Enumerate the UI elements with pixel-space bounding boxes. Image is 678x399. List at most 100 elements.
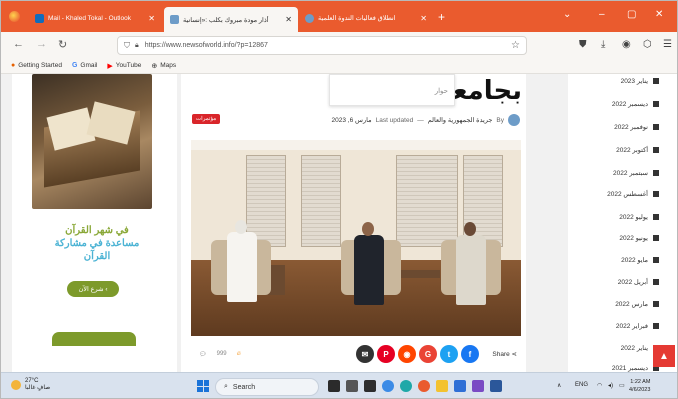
forward-icon[interactable]: →	[36, 38, 47, 50]
tab-seminar[interactable]: انطلاق فعاليات الندوة العلمية ✕	[299, 7, 433, 29]
bookmark-gmail[interactable]: G Gmail	[72, 62, 97, 69]
back-icon[interactable]: ←	[13, 38, 24, 50]
screen: Mail - Khaled Tokal - Outlook ✕ أذار مود…	[0, 0, 678, 399]
google-share-button[interactable]: G	[419, 345, 437, 363]
file-explorer-icon[interactable]	[436, 380, 448, 392]
tray-chevron-icon[interactable]: ∧	[557, 382, 561, 389]
promo-title: في شهر القرآن مساعدة في مشاركة القرآن	[54, 225, 140, 262]
archive-item[interactable]: ديسمبر 2021	[612, 364, 659, 372]
firefox-taskbar-icon[interactable]	[418, 380, 430, 392]
bookmark-star-icon[interactable]: ☆	[511, 40, 520, 51]
author-name[interactable]: جريدة الجمهورية والعالم	[428, 116, 493, 124]
archive-item[interactable]: يوليو 2022	[619, 213, 659, 221]
system-clock[interactable]: 1:22 AM 4/6/2023	[629, 378, 650, 394]
store-icon[interactable]	[454, 380, 466, 392]
tab-article[interactable]: أذار مودة مبروك بكلب :«إنسانية ✕	[164, 7, 298, 32]
article-meta: By جريدة الجمهورية والعالم — Last update…	[332, 114, 520, 126]
promo-start-button[interactable]: شرع الآن ‹	[67, 281, 119, 297]
facebook-share-button[interactable]: f	[461, 345, 479, 363]
archive-item[interactable]: أكتوبر 2022	[616, 146, 659, 154]
tab-outlook[interactable]: Mail - Khaled Tokal - Outlook ✕	[29, 7, 161, 29]
weather-widget[interactable]: 27°C صافٍ غالبا	[11, 378, 50, 391]
category-badge[interactable]: مؤتمرات	[192, 114, 221, 124]
reload-icon[interactable]: ↻	[58, 38, 67, 51]
share-label[interactable]: Share ⋖	[492, 350, 517, 358]
archive-item[interactable]: نوفمبر 2022	[614, 123, 659, 131]
menu-icon[interactable]: ☰	[663, 39, 672, 50]
firefox-menu-icon[interactable]	[9, 11, 20, 22]
tab-title: أذار مودة مبروك بكلب :«إنسانية	[183, 16, 269, 24]
site-favicon-icon	[305, 13, 314, 23]
lock-icon[interactable]: 🔒︎	[135, 42, 139, 50]
pocket-icon[interactable]: ⛊	[579, 39, 587, 50]
folder-icon	[653, 279, 659, 285]
address-bar[interactable]: ⛉ 🔒︎ https://www.newsofworld.info/?p=128…	[117, 36, 527, 55]
download-icon[interactable]: ⤓	[601, 39, 605, 50]
close-tab-icon[interactable]: ✕	[420, 14, 427, 23]
url-text[interactable]: https://www.newsofworld.info/?p=12867	[145, 42, 268, 49]
close-tab-icon[interactable]: ✕	[285, 15, 292, 24]
new-tab-icon[interactable]: +	[438, 10, 445, 24]
comments-icon[interactable]: 💬︎	[199, 351, 207, 358]
quran-stand-image[interactable]	[32, 74, 152, 209]
close-window-icon[interactable]: ✕	[655, 9, 663, 20]
scroll-to-top-button[interactable]: ▲	[653, 345, 675, 367]
archive-item[interactable]: مايو 2022	[621, 256, 659, 264]
camera-icon[interactable]	[364, 380, 376, 392]
archive-item[interactable]: مارس 2022	[615, 300, 659, 308]
taskbar-search[interactable]: ⌕ Search	[215, 378, 319, 396]
archive-item[interactable]: فبراير 2022	[616, 322, 659, 330]
folder-icon	[653, 301, 659, 307]
bookmark-youtube[interactable]: ▶ YouTube	[107, 62, 141, 70]
wifi-icon[interactable]: ◠	[597, 382, 602, 389]
view-count: 999	[216, 351, 227, 357]
email-share-button[interactable]: ✉	[356, 345, 374, 363]
archive-item[interactable]: أبريل 2022	[618, 278, 659, 286]
archive-sidebar: يناير 2023 ديسمبر 2022 نوفمبر 2022 أكتوب…	[568, 74, 677, 372]
tab-title: انطلاق فعاليات الندوة العلمية	[318, 15, 396, 22]
bookmark-getting-started[interactable]: ● Getting Started	[11, 62, 62, 69]
twitter-share-button[interactable]: t	[440, 345, 458, 363]
firefox-icon: ●	[11, 62, 16, 69]
chrome-icon[interactable]	[382, 380, 394, 392]
archive-item[interactable]: ديسمبر 2022	[612, 100, 659, 108]
minimize-icon[interactable]: –	[599, 9, 605, 20]
battery-icon[interactable]: ▭	[619, 382, 625, 389]
language-indicator[interactable]: ENG	[575, 382, 588, 388]
windows-start-icon[interactable]	[197, 380, 209, 392]
folder-icon	[653, 147, 659, 153]
archive-item[interactable]: يناير 2023	[621, 77, 659, 85]
article-photo[interactable]	[191, 140, 521, 336]
folder-icon	[653, 170, 659, 176]
edge-icon[interactable]	[400, 380, 412, 392]
maximize-icon[interactable]: ▢	[627, 9, 636, 20]
share-bar: 💬︎ 999 🔥︎ Share ⋖ f t G ◉ P ✉	[191, 345, 521, 365]
archive-item[interactable]: سبتمبر 2022	[613, 169, 659, 177]
task-view-icon[interactable]	[328, 380, 340, 392]
youtube-icon: ▶	[107, 62, 113, 70]
shield-icon[interactable]: ⛉	[124, 41, 130, 51]
archive-item[interactable]: يونيو 2022	[619, 234, 659, 242]
promo-banner-edge	[52, 332, 136, 346]
windows-taskbar: 27°C صافٍ غالبا ⌕ Search ∧ ENG ◠ ◂) ▭ 1:…	[1, 372, 677, 398]
search-popup[interactable]: حوار	[329, 74, 455, 106]
volume-icon[interactable]: ◂)	[608, 382, 613, 389]
account-icon[interactable]: ◉	[622, 39, 631, 50]
pinterest-share-button[interactable]: P	[377, 345, 395, 363]
archive-item[interactable]: أغسطس 2022	[607, 190, 659, 198]
site-favicon-icon	[170, 15, 179, 24]
word-icon[interactable]	[490, 380, 502, 392]
globe-icon: ⊕	[151, 62, 158, 70]
close-tab-icon[interactable]: ✕	[148, 14, 155, 23]
list-tabs-icon[interactable]: ⌄	[563, 9, 571, 20]
reddit-share-button[interactable]: ◉	[398, 345, 416, 363]
widgets-icon[interactable]	[346, 380, 358, 392]
extensions-icon[interactable]: ⬡	[643, 39, 652, 50]
folder-icon	[653, 124, 659, 130]
arrow-up-icon: ▲	[659, 350, 669, 362]
folder-icon	[653, 214, 659, 220]
app-icon[interactable]	[472, 380, 484, 392]
folder-icon	[653, 257, 659, 263]
bookmarks-toolbar: ● Getting Started G Gmail ▶ YouTube ⊕ Ma…	[1, 58, 677, 74]
bookmark-maps[interactable]: ⊕ Maps	[151, 62, 176, 70]
